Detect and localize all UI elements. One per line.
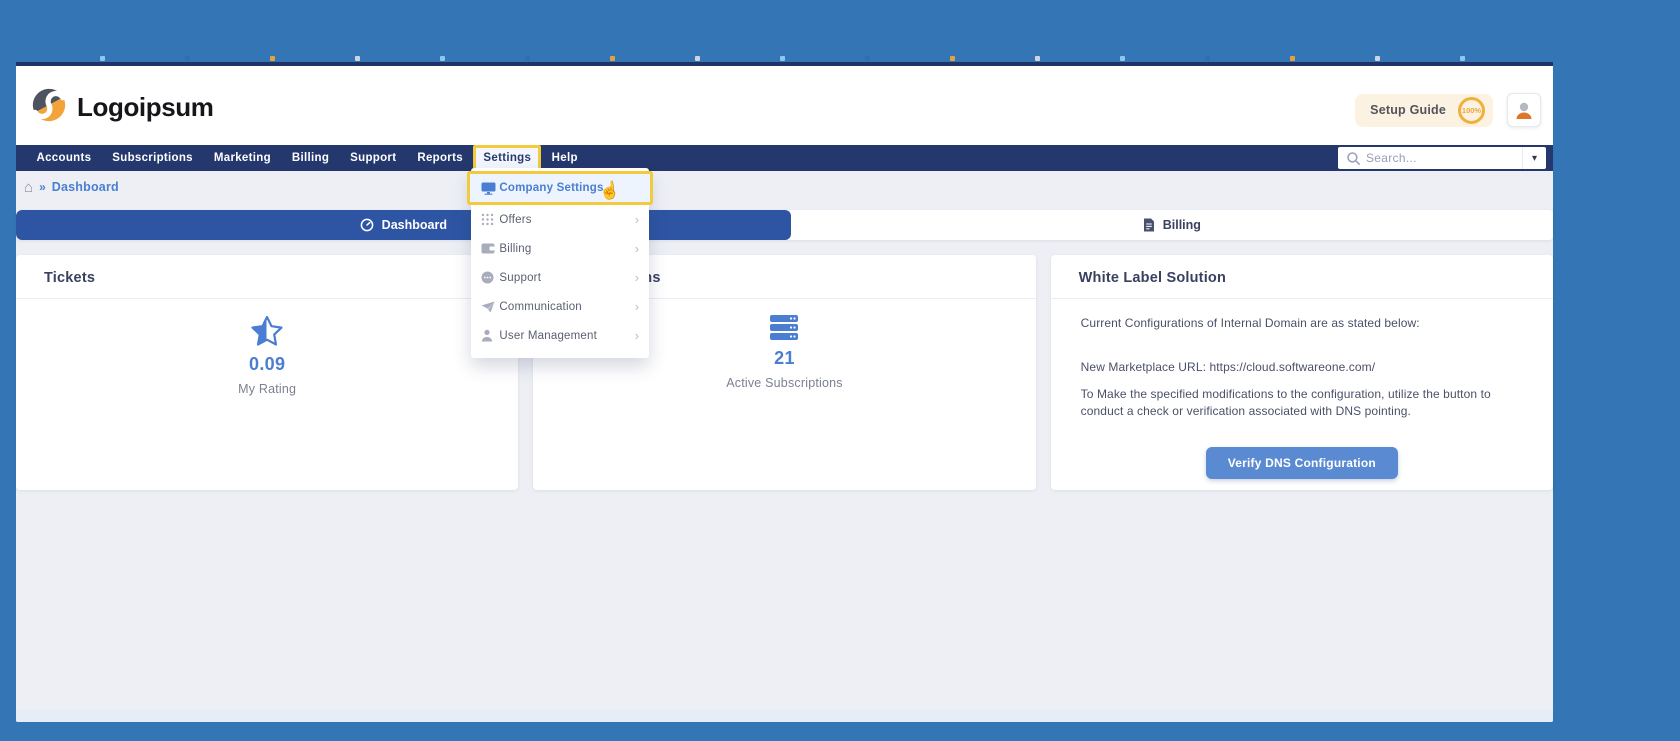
nav-item-billing[interactable]: Billing	[281, 145, 339, 171]
submenu-arrow-icon: ›	[635, 242, 640, 255]
breadcrumb: ⌂ » Dashboard	[16, 171, 1553, 203]
app-header: Logoipsum Setup Guide 100%	[16, 66, 1553, 145]
server-stack-icon	[769, 315, 799, 341]
breadcrumb-separator: »	[39, 180, 46, 194]
search-input[interactable]	[1366, 151, 1522, 165]
menu-item-company-settings[interactable]: Company Settings	[467, 171, 653, 205]
star-icon	[250, 315, 284, 347]
dashboard-tabbar: Dashboard Billing	[16, 210, 1553, 240]
browser-favicon-strip	[100, 55, 1465, 61]
tickets-card: Tickets 0.09 My Rating	[16, 255, 518, 490]
tickets-card-title: Tickets	[16, 255, 518, 299]
chat-icon	[481, 271, 499, 284]
white-label-card: White Label Solution Current Configurati…	[1051, 255, 1553, 490]
wallet-icon	[481, 243, 499, 254]
menu-item-support[interactable]: Support ›	[471, 263, 649, 292]
tab-billing[interactable]: Billing	[791, 210, 1553, 240]
logo-text: Logoipsum	[77, 92, 214, 123]
search-icon	[1347, 152, 1360, 165]
tab-dashboard[interactable]: Dashboard	[16, 210, 791, 240]
main-navbar: Accounts Subscriptions Marketing Billing…	[16, 145, 1553, 171]
menu-item-communication[interactable]: Communication ›	[471, 292, 649, 321]
tab-dashboard-label: Dashboard	[382, 218, 447, 232]
white-label-config-line: Current Configurations of Internal Domai…	[1081, 315, 1523, 332]
white-label-card-title: White Label Solution	[1051, 255, 1553, 299]
person-icon	[1513, 99, 1535, 121]
menu-item-label: Offers	[499, 214, 634, 226]
menu-item-label: User Management	[499, 330, 634, 342]
setup-guide-label: Setup Guide	[1370, 103, 1446, 117]
nav-item-accounts[interactable]: Accounts	[26, 145, 102, 171]
cards-row: Tickets 0.09 My Rating Subscriptions	[16, 255, 1553, 490]
chevron-down-icon: ▾	[1532, 153, 1537, 164]
setup-guide-button[interactable]: Setup Guide 100%	[1355, 94, 1493, 127]
invoice-icon	[1143, 218, 1155, 232]
user-icon	[481, 329, 499, 342]
submenu-arrow-icon: ›	[635, 300, 640, 313]
menu-item-label: Communication	[499, 301, 634, 313]
menu-item-user-management[interactable]: User Management ›	[471, 321, 649, 350]
settings-dropdown-menu: Company Settings ☝ Offers	[471, 168, 649, 358]
tickets-caption: My Rating	[238, 382, 296, 396]
subscriptions-caption: Active Subscriptions	[726, 376, 843, 390]
submenu-arrow-icon: ›	[635, 271, 640, 284]
submenu-arrow-icon: ›	[635, 329, 640, 342]
nav-item-support[interactable]: Support	[340, 145, 407, 171]
menu-item-label: Support	[499, 272, 634, 284]
gauge-icon	[360, 218, 374, 232]
menu-item-label: Company Settings	[499, 182, 639, 194]
logo-mark-icon	[30, 86, 68, 129]
grid-icon	[481, 213, 499, 226]
logo[interactable]: Logoipsum	[30, 86, 214, 129]
tickets-value: 0.09	[249, 354, 285, 375]
nav-item-settings[interactable]: Settings Company Settings ☝	[473, 145, 541, 171]
setup-progress-badge: 100%	[1458, 97, 1485, 124]
nav-item-reports[interactable]: Reports	[407, 145, 474, 171]
breadcrumb-current[interactable]: Dashboard	[52, 180, 119, 194]
search-scope-dropdown[interactable]: ▾	[1522, 147, 1546, 169]
subscriptions-value: 21	[774, 348, 795, 369]
white-label-url-line: New Marketplace URL: https://cloud.softw…	[1081, 359, 1523, 376]
nav-item-marketing[interactable]: Marketing	[203, 145, 281, 171]
menu-item-offers[interactable]: Offers ›	[471, 205, 649, 234]
home-icon[interactable]: ⌂	[24, 180, 33, 195]
tab-billing-label: Billing	[1163, 218, 1201, 232]
page-bottom-band	[16, 709, 1553, 722]
monitor-icon	[481, 182, 499, 195]
nav-item-subscriptions[interactable]: Subscriptions	[102, 145, 204, 171]
send-icon	[481, 301, 499, 313]
verify-dns-button[interactable]: Verify DNS Configuration	[1206, 447, 1398, 479]
app-window: Logoipsum Setup Guide 100% Accounts Subs…	[16, 62, 1553, 722]
user-avatar[interactable]	[1507, 93, 1541, 127]
submenu-arrow-icon: ›	[635, 213, 640, 226]
nav-item-settings-label: Settings	[483, 152, 531, 164]
menu-item-billing[interactable]: Billing ›	[471, 234, 649, 263]
menu-item-label: Billing	[499, 243, 634, 255]
white-label-info-line: To Make the specified modifications to t…	[1081, 386, 1523, 421]
search-box: ▾	[1338, 147, 1546, 169]
